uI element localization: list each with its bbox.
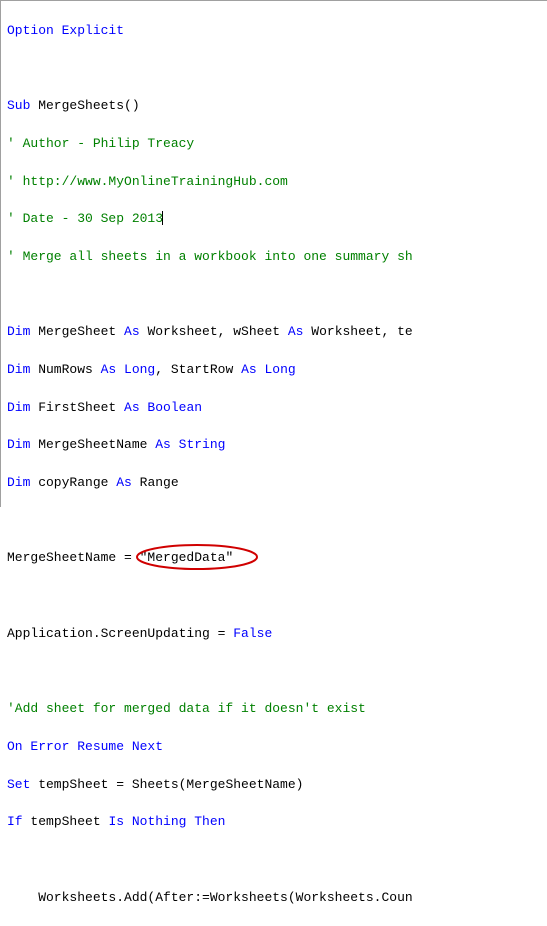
keyword: Dim <box>7 437 30 452</box>
code-line: Set tempSheet = Sheets(MergeSheetName) <box>7 776 541 795</box>
code-line <box>7 851 541 870</box>
code-line <box>7 286 541 305</box>
text: MergeSheetName = <box>7 550 140 565</box>
code-line: Worksheets.Add(After:=Worksheets(Workshe… <box>7 889 541 908</box>
code-line: Sub MergeSheets() <box>7 97 541 116</box>
text-cursor <box>162 211 163 225</box>
code-line <box>7 663 541 682</box>
string-literal: "MergedData" <box>140 550 234 565</box>
comment: ' Date - 30 Sep 2013 <box>7 211 163 226</box>
code-line: Option Explicit <box>7 22 541 41</box>
text: tempSheet <box>23 814 109 829</box>
code-line: Dim copyRange As Range <box>7 474 541 493</box>
code-line <box>7 512 541 531</box>
code-line: Dim FirstSheet As Boolean <box>7 399 541 418</box>
text: , StartRow <box>155 362 241 377</box>
code-line: If tempSheet Is Nothing Then <box>7 813 541 832</box>
code-line: ' http://www.MyOnlineTrainingHub.com <box>7 173 541 192</box>
keyword: Sub <box>7 98 30 113</box>
text: Range <box>132 475 179 490</box>
keyword: Dim <box>7 400 30 415</box>
code-line: Dim MergeSheet As Worksheet, wSheet As W… <box>7 323 541 342</box>
code-editor[interactable]: Option Explicit Sub MergeSheets() ' Auth… <box>0 0 547 507</box>
code-line: 'Add sheet for merged data if it doesn't… <box>7 700 541 719</box>
code-line: On Error Resume Next <box>7 738 541 757</box>
keyword: As Long <box>241 362 296 377</box>
keyword: If <box>7 814 23 829</box>
keyword: As Boolean <box>124 400 202 415</box>
code-line: ' Merge all sheets in a workbook into on… <box>7 248 541 267</box>
keyword: False <box>233 626 272 641</box>
keyword: Option Explicit <box>7 23 124 38</box>
keyword: Dim <box>7 324 30 339</box>
text: Application.ScreenUpdating = <box>7 626 233 641</box>
keyword: On Error Resume Next <box>7 739 163 754</box>
code-line: Application.ScreenUpdating = False <box>7 625 541 644</box>
text: copyRange <box>30 475 116 490</box>
keyword: As <box>288 324 304 339</box>
keyword: As <box>124 324 140 339</box>
text: FirstSheet <box>30 400 124 415</box>
text: tempSheet = Sheets(MergeSheetName) <box>30 777 303 792</box>
comment: 'Add sheet for merged data if it doesn't… <box>7 701 366 716</box>
code-line: Dim MergeSheetName As String <box>7 436 541 455</box>
text: Worksheet, te <box>303 324 412 339</box>
code-line <box>7 60 541 79</box>
text: MergeSheetName <box>30 437 155 452</box>
text: Worksheets.Add(After:=Worksheets(Workshe… <box>7 890 413 905</box>
keyword: Set <box>7 777 30 792</box>
text: Worksheet, wSheet <box>140 324 288 339</box>
keyword: Dim <box>7 475 30 490</box>
comment: ' http://www.MyOnlineTrainingHub.com <box>7 174 288 189</box>
keyword: As Long <box>101 362 156 377</box>
code-line: ' Author - Philip Treacy <box>7 135 541 154</box>
code-line <box>7 587 541 606</box>
code-line: ' Date - 30 Sep 2013 <box>7 210 541 229</box>
code-line: Dim NumRows As Long, StartRow As Long <box>7 361 541 380</box>
text: MergeSheets() <box>30 98 139 113</box>
keyword: As String <box>155 437 225 452</box>
keyword: As <box>116 475 132 490</box>
text: MergeSheet <box>30 324 124 339</box>
comment: ' Merge all sheets in a workbook into on… <box>7 249 413 264</box>
comment: ' Author - Philip Treacy <box>7 136 194 151</box>
text: NumRows <box>30 362 100 377</box>
code-line: MergeSheetName = "MergedData" <box>7 549 541 568</box>
keyword: Dim <box>7 362 30 377</box>
keyword: Is Nothing Then <box>108 814 225 829</box>
